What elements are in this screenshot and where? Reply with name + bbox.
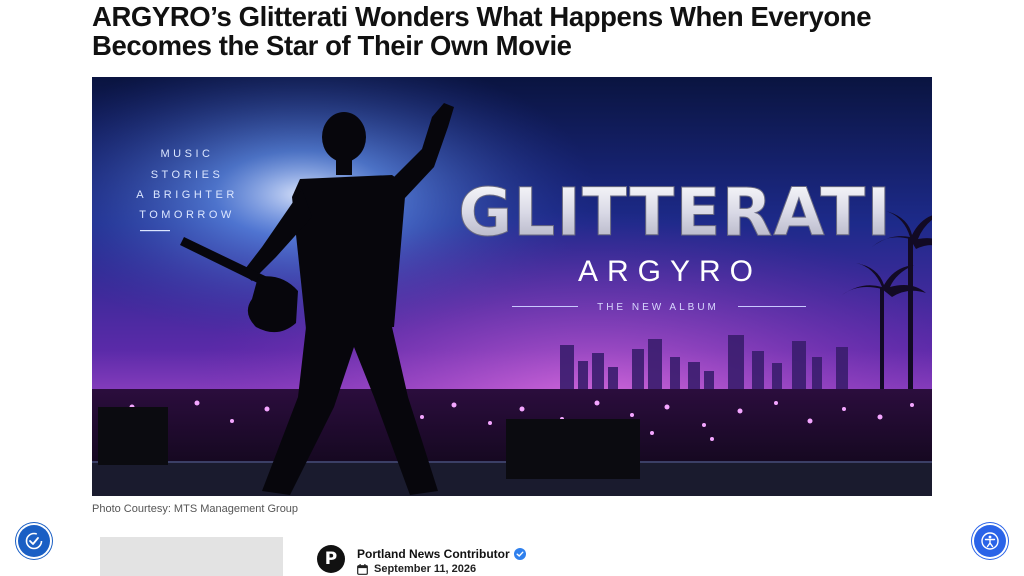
- tagline-line: TOMORROW: [139, 209, 235, 221]
- hero-image: MUSIC STORIES A BRIGHTER TOMORROW GLITTE…: [92, 77, 932, 496]
- photo-caption: Photo Courtesy: MTS Management Group: [92, 503, 299, 515]
- tagline-line: A BRIGHTER: [136, 189, 238, 201]
- calendar-icon: [357, 563, 368, 575]
- author-avatar[interactable]: P: [317, 545, 345, 573]
- album-title: GLITTERATI: [458, 174, 892, 251]
- publish-date-row: September 11, 2026: [357, 563, 476, 575]
- author-byline[interactable]: Portland News Contributor: [357, 547, 526, 561]
- tagline-line: STORIES: [151, 169, 224, 181]
- article-headline: ARGYRO’s Glitterati Wonders What Happens…: [92, 1, 872, 61]
- accessibility-menu-button[interactable]: [974, 525, 1006, 557]
- author-name[interactable]: Portland News Contributor: [357, 547, 510, 561]
- verified-check-icon: [513, 548, 526, 560]
- album-subtitle: THE NEW ALBUM: [597, 302, 719, 313]
- accessibility-refresh-button[interactable]: [18, 525, 50, 557]
- artist-name: ARGYRO: [578, 255, 762, 288]
- subtitle-rule-right: [738, 306, 806, 307]
- tagline-divider: [140, 230, 170, 232]
- subtitle-rule-left: [512, 306, 578, 307]
- publish-date: September 11, 2026: [374, 563, 477, 575]
- accessibility-refresh-icon: [25, 532, 43, 550]
- ad-placeholder: [100, 537, 283, 576]
- accessibility-person-icon: [981, 532, 999, 550]
- tagline-line: MUSIC: [161, 148, 214, 160]
- stage-speaker-right: [506, 419, 640, 479]
- stage-speaker-left: [98, 407, 168, 465]
